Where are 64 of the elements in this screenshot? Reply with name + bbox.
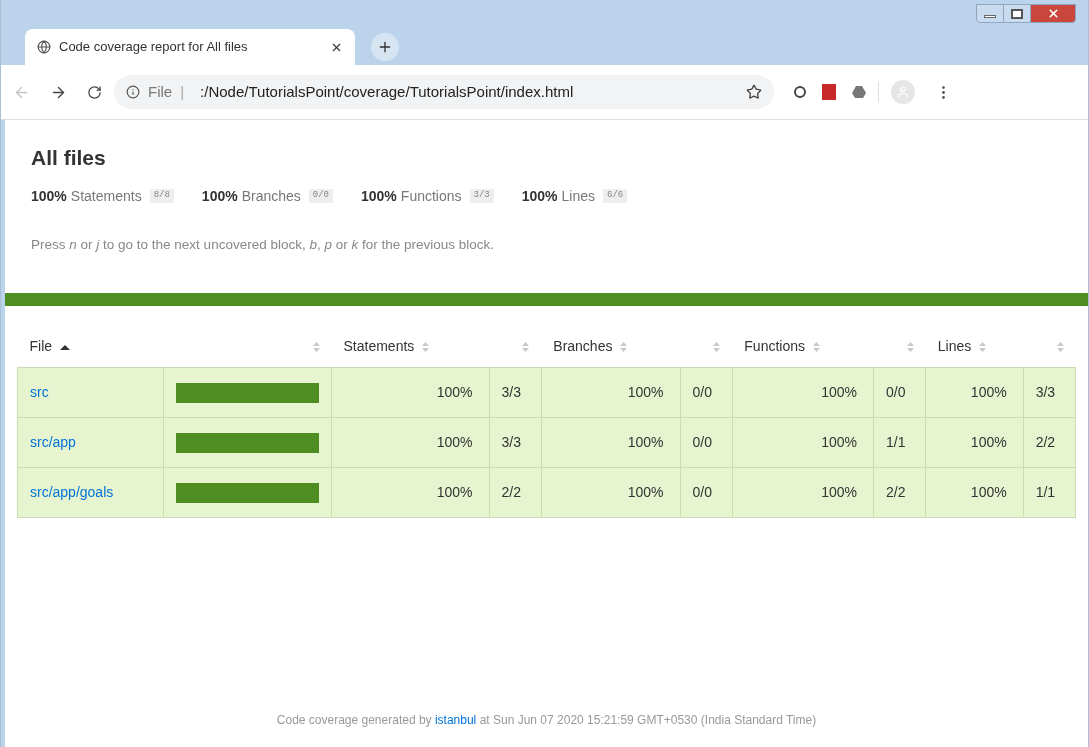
table-cell: 100%	[925, 467, 1024, 518]
address-bar[interactable]: File | :/Node/TutorialsPoint/coverage/TutorialsPoint/index.html	[114, 75, 774, 109]
url-scheme: File	[148, 81, 173, 102]
table-cell: 100%	[732, 367, 874, 418]
summary-percent: 100%	[31, 186, 67, 206]
table-cell: 0/0	[680, 417, 733, 468]
table-cell: 100%	[925, 417, 1024, 468]
table-cell: 100%	[732, 417, 874, 468]
column-header[interactable]: File	[29, 338, 53, 354]
table-cell: 100%	[541, 467, 681, 518]
summary-fraction: 3/3	[469, 189, 494, 203]
summary-label: Functions	[400, 186, 462, 206]
summary-fraction: 6/6	[603, 189, 628, 203]
table-cell: 2/2	[489, 467, 542, 518]
table-cell: 100%	[331, 417, 489, 468]
summary-percent: 100%	[361, 186, 397, 206]
plus-icon	[377, 39, 393, 55]
table-cell: 3/3	[489, 417, 542, 468]
table-cell: 100%	[925, 367, 1024, 418]
page-heading: All files	[31, 145, 107, 171]
column-header[interactable]: Functions	[744, 338, 805, 354]
table-cell: 100%	[331, 367, 489, 418]
summary-label: Branches	[241, 186, 301, 206]
table-cell: 3/3	[1023, 367, 1076, 418]
browser-tab[interactable]: Code coverage report for All files	[25, 29, 355, 65]
table-cell: 1/1	[873, 417, 926, 468]
close-window-button[interactable]	[1030, 4, 1076, 23]
file-link[interactable]: src/app	[30, 434, 76, 451]
table-cell: 100%	[732, 467, 874, 518]
summary-fraction: 8/8	[149, 189, 174, 203]
tab-title: Code coverage report for All files	[59, 38, 249, 57]
url-text: :/Node/TutorialsPoint/coverage/TutorialsPoint/index.html	[200, 81, 575, 102]
reload-icon[interactable]	[87, 84, 102, 100]
summary-percent: 100%	[521, 186, 558, 206]
table-cell: 0/0	[873, 367, 926, 418]
globe-icon	[37, 40, 51, 54]
table-cell: 100%	[541, 367, 681, 418]
footer-text: Code coverage generated by istanbul at Sun Jun 07 2020 15:21:59 GMT+0530 (India Standard Time)	[275, 712, 818, 729]
summary-fraction: 0/0	[308, 189, 333, 203]
table-cell: 100%	[541, 417, 681, 468]
table-cell: 0/0	[680, 367, 733, 418]
summary-label: Statements	[70, 186, 142, 206]
istanbul-link[interactable]: istanbul	[434, 713, 477, 727]
summary-label: Lines	[561, 186, 595, 206]
column-header[interactable]: Branches	[553, 338, 613, 354]
close-icon	[1046, 7, 1060, 20]
maximize-button[interactable]	[1004, 4, 1030, 23]
column-header[interactable]: Lines	[937, 338, 972, 354]
table-cell: 0/0	[680, 467, 733, 518]
column-header[interactable]: Statements	[343, 338, 415, 354]
file-link[interactable]: src/app/goals	[30, 484, 114, 501]
summary-percent: 100%	[201, 186, 238, 206]
file-link[interactable]: src	[30, 384, 49, 401]
table-cell: 2/2	[1023, 417, 1076, 468]
info-icon	[126, 85, 140, 99]
url-separator: |	[180, 81, 185, 102]
circle-extension-icon[interactable]	[794, 86, 806, 98]
minimize-button[interactable]	[976, 4, 1004, 23]
star-icon[interactable]	[746, 84, 762, 100]
table-cell: 100%	[331, 467, 489, 518]
table-cell: 2/2	[873, 467, 926, 518]
table-cell: 3/3	[489, 367, 542, 418]
new-tab-button[interactable]	[371, 33, 399, 61]
table-cell: 1/1	[1023, 467, 1076, 518]
